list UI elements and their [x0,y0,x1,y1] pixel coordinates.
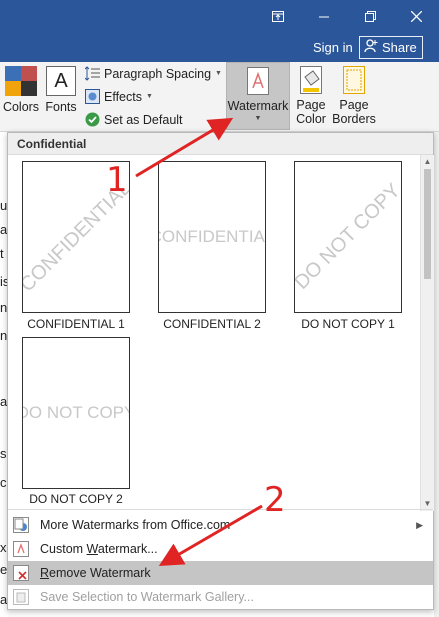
set-as-default-label: Set as Default [104,112,183,127]
page-color-label-1: Page [296,98,326,112]
globe-icon [13,517,29,533]
thumbnail-label: CONFIDENTIAL 2 [163,317,261,331]
fonts-label: Fonts [45,100,77,114]
paragraph-spacing-label: Paragraph Spacing [104,66,212,81]
page-color-icon [300,66,322,94]
effects-label: Effects [104,89,142,104]
thumbnail-label: DO NOT COPY 1 [301,317,395,331]
paragraph-spacing-icon [84,66,100,81]
section-header-confidential: Confidential [8,133,433,155]
save-gallery-icon [13,589,29,605]
restore-ribbon-icon[interactable] [256,0,300,33]
document-scrollbar[interactable] [434,132,439,617]
doc-text-fragment: t [0,246,4,261]
colors-icon [5,66,37,96]
minimize-icon[interactable] [302,0,346,33]
watermark-preview-text: DO NOT COPY [294,179,402,294]
fonts-button[interactable]: A Fonts [44,66,78,114]
watermark-preview-text: DO NOT COPY [22,403,130,422]
page-borders-label-2: Borders [332,112,376,126]
page-borders-label-1: Page [339,98,369,112]
doc-text-fragment: c [0,475,7,490]
chevron-down-icon: ▼ [215,70,222,77]
more-watermarks-menu-item[interactable]: More Watermarks from Office.com ▶ [8,513,433,537]
account-bar: Sign in Share [0,33,439,62]
scroll-up-icon[interactable]: ▲ [421,155,434,169]
gallery-scrollbar[interactable]: ▲ ▼ [420,155,434,511]
colors-button[interactable]: Colors [2,66,40,114]
watermark-button[interactable]: Watermark ▼ [226,62,290,130]
ribbon-design-tab: Colors A Fonts Paragraph Spacing ▼ Effec… [0,62,439,139]
save-selection-menu-item[interactable]: Save Selection to Watermark Gallery... [8,585,433,609]
annotation-step-1: 1 [106,160,128,200]
watermark-preview-text: CONFIDENTIAL [159,227,265,246]
effects-icon [85,89,100,104]
remove-watermark-label: Remove Watermark [40,566,151,580]
chevron-down-icon: ▼ [145,93,153,100]
paragraph-spacing-button[interactable]: Paragraph Spacing ▼ [84,66,222,81]
watermark-gallery: CONFIDENTIAL CONFIDENTIAL 1 CONFIDENTIAL… [8,155,420,511]
watermark-thumbnail-do-not-copy-1[interactable]: DO NOT COPY [294,161,402,313]
annotation-step-2: 2 [264,480,286,520]
watermark-label: Watermark [227,99,289,113]
title-bar [0,0,439,33]
sign-in-link[interactable]: Sign in [313,40,353,55]
page-borders-button[interactable]: Page Borders [332,66,376,126]
share-label: Share [382,40,417,55]
remove-watermark-menu-item[interactable]: Remove Watermark [8,561,433,585]
chevron-down-icon: ▼ [254,115,262,122]
more-watermarks-label: More Watermarks from Office.com [40,518,231,532]
doc-text-fragment: s [0,446,7,461]
watermark-thumbnail-do-not-copy-2[interactable]: DO NOT COPY [22,337,130,489]
custom-watermark-menu-item[interactable]: Custom Watermark... [8,537,433,561]
colors-label: Colors [2,100,40,114]
watermark-icon [247,67,269,95]
custom-watermark-label: Custom Watermark... [40,542,158,556]
save-selection-label: Save Selection to Watermark Gallery... [40,590,254,604]
thumbnail-label: CONFIDENTIAL 1 [27,317,125,331]
page-color-button[interactable]: Page Color ▼ [292,66,330,140]
doc-text-fragment: x [0,540,7,555]
effects-button[interactable]: Effects ▼ [85,89,153,104]
watermark-gallery-dropdown: Confidential CONFIDENTIAL CONFIDENTIAL 1… [7,132,434,610]
submenu-arrow-icon: ▶ [416,519,423,530]
restore-icon[interactable] [348,0,392,33]
share-button[interactable]: Share [359,36,423,59]
set-as-default-button[interactable]: Set as Default [85,112,183,127]
page-borders-icon [343,66,365,94]
scrollbar-thumb[interactable] [424,169,431,279]
checkmark-icon [85,112,100,127]
share-person-icon [364,39,378,56]
remove-watermark-icon [13,565,29,581]
custom-watermark-icon [13,541,29,557]
watermark-menu: More Watermarks from Office.com ▶ Custom… [8,509,433,609]
watermark-thumbnail-confidential-2[interactable]: CONFIDENTIAL [158,161,266,313]
thumbnail-label: DO NOT COPY 2 [29,492,123,506]
fonts-icon: A [46,66,76,96]
close-icon[interactable] [394,0,438,33]
